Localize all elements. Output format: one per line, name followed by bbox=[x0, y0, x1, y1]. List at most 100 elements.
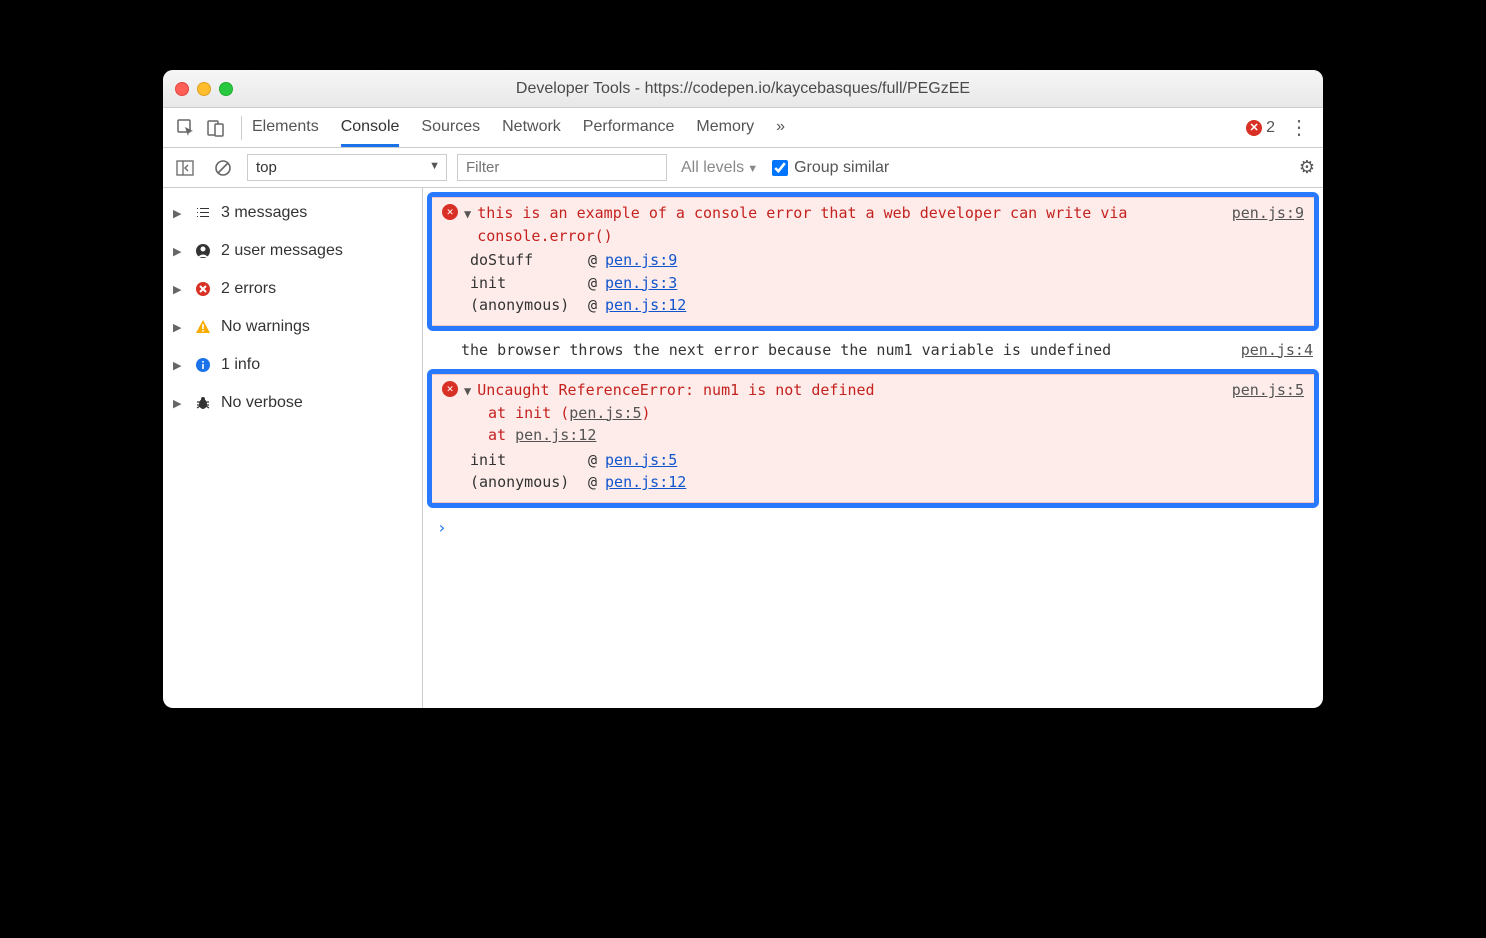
tab-memory[interactable]: Memory bbox=[696, 109, 754, 147]
chevron-right-icon: ▶ bbox=[173, 397, 185, 410]
main-toolbar: Elements Console Sources Network Perform… bbox=[163, 108, 1323, 148]
toolbar-divider bbox=[241, 116, 242, 140]
tab-console[interactable]: Console bbox=[341, 109, 400, 147]
console-settings-icon[interactable]: ⚙ bbox=[1299, 157, 1315, 178]
tab-sources[interactable]: Sources bbox=[421, 109, 480, 147]
window-title: Developer Tools - https://codepen.io/kay… bbox=[163, 80, 1323, 98]
sidebar-item-warnings[interactable]: ▶ No warnings bbox=[163, 308, 422, 346]
error-icon: ✕ bbox=[442, 381, 458, 397]
error-icon bbox=[193, 281, 213, 297]
toggle-sidebar-icon[interactable] bbox=[171, 154, 199, 182]
tab-elements[interactable]: Elements bbox=[252, 109, 319, 147]
annotation-highlight: pen.js:5 ✕ ▼ Uncaught ReferenceError: nu… bbox=[427, 369, 1319, 508]
stack-at: @ bbox=[588, 294, 597, 317]
stack-frame: doStuff @ pen.js:9 bbox=[470, 249, 1304, 272]
expand-caret-icon[interactable]: ▼ bbox=[464, 205, 471, 223]
source-link[interactable]: pen.js:9 bbox=[1232, 202, 1304, 225]
error-icon: ✕ bbox=[442, 204, 458, 220]
sidebar-item-errors[interactable]: ▶ 2 errors bbox=[163, 270, 422, 308]
tab-more[interactable]: » bbox=[776, 109, 785, 147]
stack-at: @ bbox=[588, 272, 597, 295]
sidebar-item-label: 2 user messages bbox=[221, 242, 343, 260]
chevron-right-icon: ▶ bbox=[173, 207, 185, 220]
overflow-menu-icon[interactable]: ⋮ bbox=[1283, 115, 1315, 140]
stack-at: @ bbox=[588, 449, 597, 472]
console-output: pen.js:9 ✕ ▼ this is an example of a con… bbox=[423, 188, 1323, 708]
chevron-right-icon: ▶ bbox=[173, 283, 185, 296]
tab-network[interactable]: Network bbox=[502, 109, 561, 147]
trace-location-link[interactable]: pen.js:12 bbox=[515, 426, 596, 444]
stack-frame: init @ pen.js:5 bbox=[470, 449, 1304, 472]
group-similar-input[interactable] bbox=[772, 160, 788, 176]
inspect-element-icon[interactable] bbox=[171, 113, 201, 143]
clear-console-icon[interactable] bbox=[209, 154, 237, 182]
sidebar-item-info[interactable]: ▶ 1 info bbox=[163, 346, 422, 384]
error-trace-inline: at init (pen.js:5) at pen.js:12 bbox=[488, 402, 1304, 447]
window-minimize-button[interactable] bbox=[197, 82, 211, 96]
group-similar-checkbox[interactable]: Group similar bbox=[772, 159, 889, 177]
chevron-right-icon: ▶ bbox=[173, 321, 185, 334]
list-icon bbox=[193, 205, 213, 221]
console-filterbar: top All levels Group similar ⚙ bbox=[163, 148, 1323, 188]
sidebar-item-label: 1 info bbox=[221, 356, 260, 374]
chevron-right-icon: ▶ bbox=[173, 359, 185, 372]
trace-location-link[interactable]: pen.js:5 bbox=[569, 404, 641, 422]
sidebar-item-label: 2 errors bbox=[221, 280, 276, 298]
sidebar-item-label: No verbose bbox=[221, 394, 303, 412]
stack-trace: init @ pen.js:5 (anonymous) @ pen.js:12 bbox=[470, 449, 1304, 494]
sidebar-item-verbose[interactable]: ▶ No verbose bbox=[163, 384, 422, 422]
stack-function: init bbox=[470, 272, 580, 295]
stack-trace: doStuff @ pen.js:9 init @ pen.js:3 (anon… bbox=[470, 249, 1304, 317]
window-maximize-button[interactable] bbox=[219, 82, 233, 96]
stack-frame: (anonymous) @ pen.js:12 bbox=[470, 471, 1304, 494]
stack-location-link[interactable]: pen.js:9 bbox=[605, 249, 677, 272]
titlebar: Developer Tools - https://codepen.io/kay… bbox=[163, 70, 1323, 108]
sidebar-item-user-messages[interactable]: ▶ 2 user messages bbox=[163, 232, 422, 270]
stack-location-link[interactable]: pen.js:12 bbox=[605, 294, 686, 317]
stack-at: @ bbox=[588, 471, 597, 494]
trace-at: at bbox=[488, 426, 515, 444]
filter-input[interactable] bbox=[457, 154, 667, 181]
source-link[interactable]: pen.js:5 bbox=[1232, 379, 1304, 402]
warning-icon bbox=[193, 319, 213, 335]
stack-function: init bbox=[470, 449, 580, 472]
prompt-caret-icon: › bbox=[437, 518, 447, 537]
console-prompt[interactable]: › bbox=[423, 512, 1323, 543]
sidebar-item-label: No warnings bbox=[221, 318, 310, 336]
chevron-right-icon: ▶ bbox=[173, 245, 185, 258]
stack-function: doStuff bbox=[470, 249, 580, 272]
stack-frame: (anonymous) @ pen.js:12 bbox=[470, 294, 1304, 317]
expand-caret-icon[interactable]: ▼ bbox=[464, 382, 471, 400]
user-icon bbox=[193, 243, 213, 259]
panel-tabs: Elements Console Sources Network Perform… bbox=[252, 109, 785, 147]
stack-function: (anonymous) bbox=[470, 471, 580, 494]
window-controls bbox=[175, 82, 233, 96]
group-similar-label: Group similar bbox=[794, 159, 889, 177]
stack-location-link[interactable]: pen.js:12 bbox=[605, 471, 686, 494]
stack-location-link[interactable]: pen.js:3 bbox=[605, 272, 677, 295]
stack-location-link[interactable]: pen.js:5 bbox=[605, 449, 677, 472]
info-icon bbox=[193, 357, 213, 373]
error-count-value: 2 bbox=[1266, 119, 1275, 137]
trace-close: ) bbox=[642, 404, 651, 422]
devtools-window: Developer Tools - https://codepen.io/kay… bbox=[163, 70, 1323, 708]
error-icon: ✕ bbox=[1246, 120, 1262, 136]
context-selector[interactable]: top bbox=[247, 154, 447, 181]
sidebar-item-messages[interactable]: ▶ 3 messages bbox=[163, 194, 422, 232]
bug-icon bbox=[193, 395, 213, 411]
log-text: the browser throws the next error becaus… bbox=[461, 339, 1111, 362]
console-sidebar: ▶ 3 messages ▶ 2 user messages ▶ 2 error… bbox=[163, 188, 423, 708]
window-close-button[interactable] bbox=[175, 82, 189, 96]
tab-performance[interactable]: Performance bbox=[583, 109, 675, 147]
console-error-message[interactable]: pen.js:9 ✕ ▼ this is an example of a con… bbox=[432, 197, 1314, 326]
console-body: ▶ 3 messages ▶ 2 user messages ▶ 2 error… bbox=[163, 188, 1323, 708]
sidebar-item-label: 3 messages bbox=[221, 204, 307, 222]
console-log-message[interactable]: pen.js:4 the browser throws the next err… bbox=[423, 335, 1323, 370]
device-toolbar-icon[interactable] bbox=[201, 113, 231, 143]
log-levels-dropdown[interactable]: All levels bbox=[677, 159, 762, 177]
stack-at: @ bbox=[588, 249, 597, 272]
error-text: this is an example of a console error th… bbox=[477, 202, 1204, 247]
error-count-badge[interactable]: ✕ 2 bbox=[1246, 119, 1275, 137]
console-error-message[interactable]: pen.js:5 ✕ ▼ Uncaught ReferenceError: nu… bbox=[432, 374, 1314, 503]
source-link[interactable]: pen.js:4 bbox=[1241, 339, 1313, 362]
